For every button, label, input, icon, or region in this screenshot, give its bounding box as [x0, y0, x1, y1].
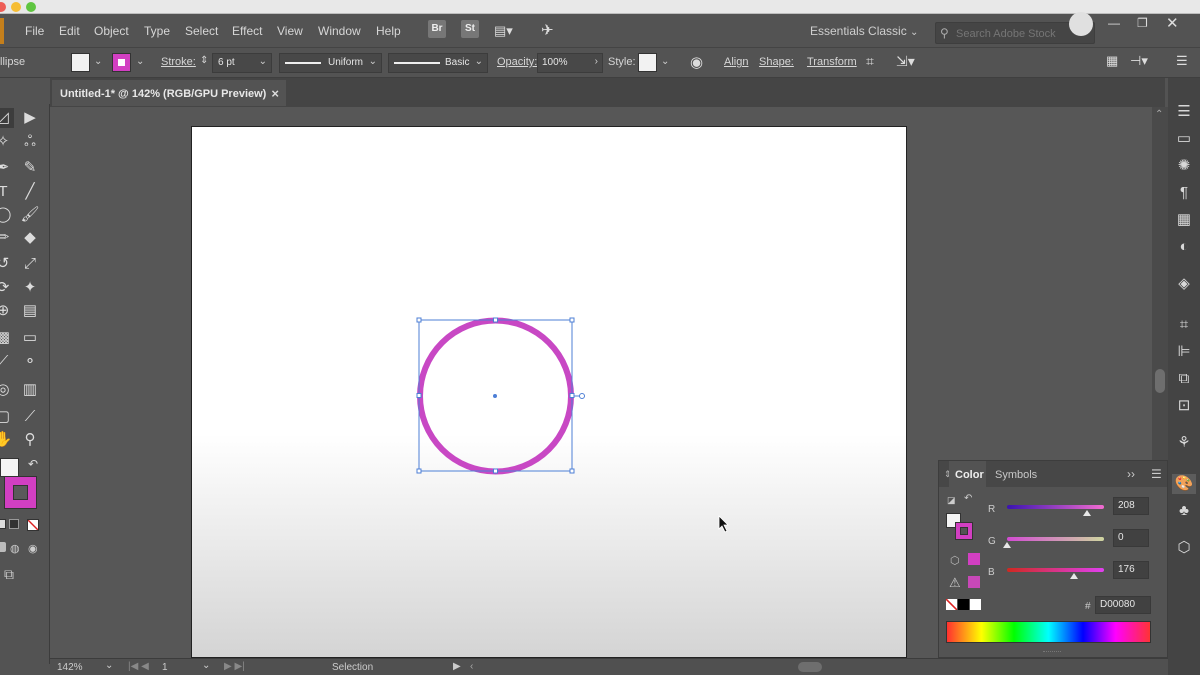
status-bar: 142% ⌄ |◀ ◀ 1 ⌄ ▶ ▶| Selection ▶ ‹ [50, 658, 1168, 675]
scroll-up-icon[interactable]: ⌃ [1155, 109, 1163, 120]
3d-panel-icon[interactable]: ⬡ [1172, 538, 1196, 558]
r-slider-track[interactable] [1007, 505, 1104, 509]
align-panel-icon[interactable]: ⊫ [1172, 342, 1196, 362]
handle-top-middle[interactable] [493, 317, 498, 323]
handle-middle-right[interactable] [569, 393, 575, 398]
gradient-panel-icon[interactable]: ▭ [1172, 129, 1196, 149]
swap-colors-icon[interactable]: ↶ [964, 493, 972, 504]
pie-widget-handle[interactable] [579, 393, 585, 399]
b-slider-thumb[interactable] [1069, 573, 1078, 579]
g-slider-thumb[interactable] [1003, 542, 1011, 548]
panel-options-icon[interactable]: ☰ [1151, 467, 1162, 481]
panel-stroke-box[interactable] [955, 522, 973, 540]
first-artboard-icon[interactable]: |◀ ◀ [128, 661, 149, 672]
layers-panel-icon[interactable]: ◈ [1172, 274, 1196, 294]
r-value: 208 [1118, 500, 1135, 511]
g-value-field[interactable]: 0 [1113, 529, 1149, 547]
handle-middle-left[interactable] [416, 393, 422, 398]
none-swatch[interactable] [946, 599, 957, 610]
white-swatch[interactable] [970, 599, 981, 610]
g-label: G [988, 536, 996, 547]
appearance-panel-icon[interactable]: ✺ [1172, 156, 1196, 176]
artboard-number[interactable]: 1 [162, 662, 168, 673]
properties-panel-icon[interactable]: ☰ [1172, 102, 1196, 122]
out-of-gamut-warning-icon[interactable]: ⚠ [949, 575, 961, 591]
out-of-web-color-icon[interactable]: ⬡ [950, 554, 960, 567]
b-value: 176 [1118, 564, 1135, 575]
hex-value-field[interactable]: D00080 [1095, 596, 1151, 614]
scroll-thumb[interactable] [1155, 369, 1165, 393]
color-spectrum[interactable] [946, 621, 1151, 643]
default-colors-icon[interactable]: ◪ [947, 495, 956, 506]
libraries-panel-icon[interactable]: ⚘ [1172, 433, 1196, 453]
tab-color[interactable]: Color [949, 461, 986, 487]
hex-label: # [1085, 601, 1091, 612]
b-slider-track[interactable] [1007, 568, 1104, 572]
color-panel-tabs: ⇕ Color Symbols ›› ☰ [939, 461, 1167, 487]
hex-value: D00080 [1100, 599, 1136, 610]
paragraph-panel-icon[interactable]: ¶ [1172, 183, 1196, 203]
r-value-field[interactable]: 208 [1113, 497, 1149, 515]
panel-resize-grip[interactable] [1043, 651, 1061, 654]
zoom-level[interactable]: 142% [57, 662, 83, 673]
mouse-cursor-icon [718, 515, 729, 533]
current-tool-label: Selection [332, 662, 374, 673]
scroll-left-icon[interactable]: ‹ [470, 661, 473, 672]
artboards-panel-icon[interactable]: ⊡ [1172, 396, 1196, 416]
handle-bottom-right[interactable] [569, 468, 575, 474]
horizontal-scroll-thumb[interactable] [798, 662, 822, 672]
right-panel-dock: ☰ ▭ ✺ ¶ ▦ ◐ ◈ ⌗ ⊫ ⧉ ⊡ ⚘ 🎨 ♣ ⬡ [1168, 78, 1200, 675]
tab-color-label: Color [955, 469, 984, 481]
pathfinder-panel-icon[interactable]: ⧉ [1172, 369, 1196, 389]
b-value-field[interactable]: 176 [1113, 561, 1149, 579]
next-artboard-icon[interactable]: ▶ ▶| [224, 661, 245, 672]
swatches-panel-icon[interactable]: ▦ [1172, 210, 1196, 230]
web-safe-swatch[interactable] [968, 553, 980, 565]
center-point [493, 394, 497, 398]
r-slider-thumb[interactable] [1082, 510, 1091, 516]
expand-panel-icon[interactable]: ›› [1127, 467, 1135, 481]
status-menu-icon[interactable]: ▶ [453, 661, 461, 672]
tab-symbols[interactable]: Symbols [995, 469, 1037, 481]
handle-bottom-middle[interactable] [493, 468, 498, 474]
artboard-dropdown-icon[interactable]: ⌄ [202, 660, 210, 671]
transparency-panel-icon[interactable]: ◐ [1172, 237, 1196, 257]
handle-top-left[interactable] [416, 317, 422, 323]
g-value: 0 [1118, 532, 1124, 543]
handle-top-right[interactable] [569, 317, 575, 323]
transform-panel-icon[interactable]: ⌗ [1172, 315, 1196, 335]
gamut-swatch[interactable] [968, 576, 980, 588]
symbols-panel-icon[interactable]: ♣ [1172, 501, 1196, 521]
color-panel-icon[interactable]: 🎨 [1172, 474, 1196, 494]
handle-bottom-left[interactable] [416, 468, 422, 474]
g-slider-track[interactable] [1007, 537, 1104, 541]
black-swatch[interactable] [958, 599, 969, 610]
color-panel: ⇕ Color Symbols ›› ☰ ◪ ↶ ⬡ ⚠ R 208 G 0 B… [938, 460, 1168, 658]
b-label: B [988, 567, 995, 578]
r-label: R [988, 504, 996, 515]
zoom-dropdown-icon[interactable]: ⌄ [105, 660, 113, 671]
